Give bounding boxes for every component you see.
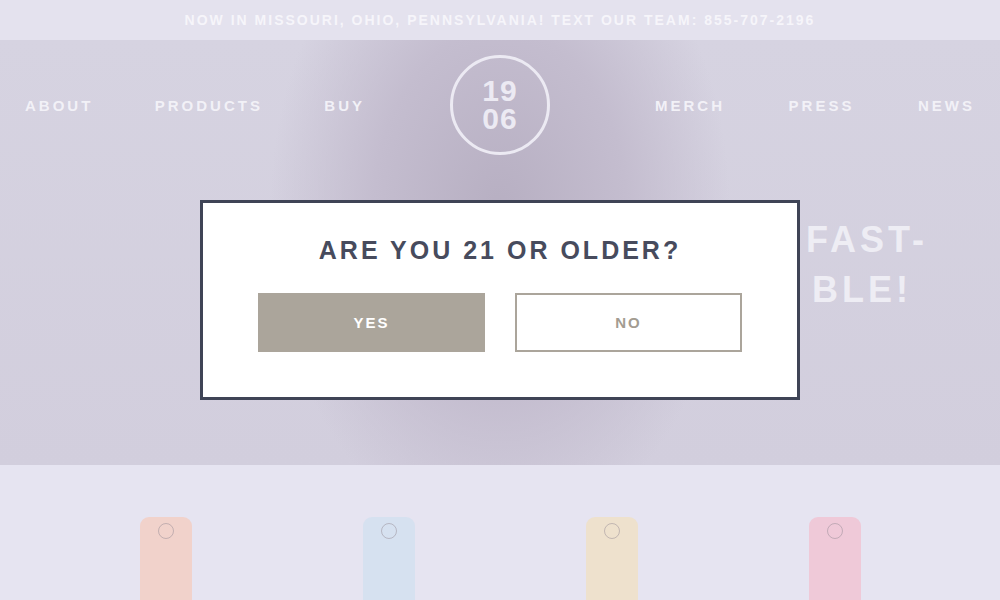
primary-button[interactable]: YES <box>258 293 485 352</box>
main-nav: ABOUT PRODUCTS BUY 19 06 MERCH PRESS NEWS <box>0 40 1000 155</box>
nav-link[interactable]: BUY <box>324 97 365 114</box>
product-card[interactable] <box>54 517 277 600</box>
tube-logo-icon <box>158 523 174 539</box>
headline-line: BLE! <box>806 265 1000 315</box>
product-tube <box>363 517 415 600</box>
logo-top: 19 <box>482 77 517 106</box>
product-row <box>0 465 1000 600</box>
product-tube <box>140 517 192 600</box>
age-gate-modal: ARE YOU 21 OR OLDER? YES NO <box>200 200 800 400</box>
product-tube <box>809 517 861 600</box>
brand-logo[interactable]: 19 06 <box>450 55 550 155</box>
tube-logo-icon <box>827 523 843 539</box>
headline-line: FAST- <box>806 215 1000 265</box>
announcement-banner: NOW IN MISSOURI, OHIO, PENNSYLVANIA! TEX… <box>0 0 1000 40</box>
age-question: ARE YOU 21 OR OLDER? <box>319 235 681 265</box>
product-card[interactable] <box>723 517 946 600</box>
nav-link[interactable]: ABOUT <box>25 97 93 114</box>
product-card[interactable] <box>500 517 723 600</box>
nav-link[interactable]: PRESS <box>789 97 855 114</box>
banner-text: NOW IN MISSOURI, OHIO, PENNSYLVANIA! TEX… <box>185 12 816 28</box>
secondary-button[interactable]: NO <box>515 293 742 352</box>
nav-link[interactable]: PRODUCTS <box>155 97 263 114</box>
nav-link[interactable]: MERCH <box>655 97 725 114</box>
tube-logo-icon <box>604 523 620 539</box>
product-card[interactable] <box>277 517 500 600</box>
nav-right: MERCH PRESS NEWS <box>550 97 1000 114</box>
nav-link[interactable]: NEWS <box>918 97 975 114</box>
product-tube <box>586 517 638 600</box>
page: NOW IN MISSOURI, OHIO, PENNSYLVANIA! TEX… <box>0 0 1000 600</box>
age-buttons: YES NO <box>258 293 742 352</box>
nav-left: ABOUT PRODUCTS BUY <box>0 97 450 114</box>
logo-bottom: 06 <box>482 105 517 134</box>
tube-logo-icon <box>381 523 397 539</box>
